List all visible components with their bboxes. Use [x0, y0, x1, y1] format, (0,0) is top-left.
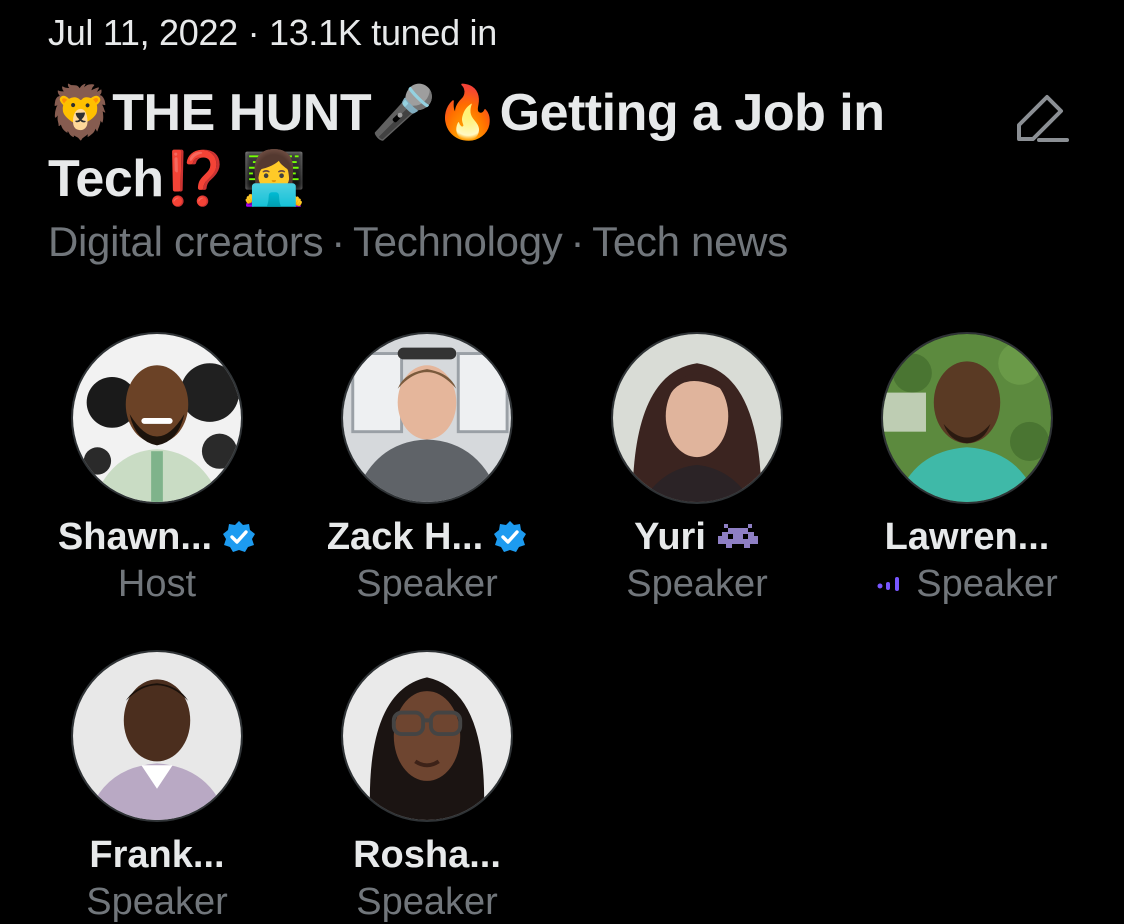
title-part-2: Getting a Job in: [499, 84, 885, 142]
participant-card[interactable]: Lawren... Speaker: [832, 332, 1102, 606]
participant-role: Speaker: [356, 880, 498, 923]
participant-role: Speaker: [626, 562, 768, 605]
participant-card[interactable]: Zack H... Speaker: [292, 332, 562, 606]
verified-badge-icon: [223, 521, 256, 552]
avatar: [71, 650, 243, 822]
participant-card[interactable]: Frank... Speaker: [22, 650, 292, 924]
microphone-icon: 🎤: [371, 84, 436, 142]
participant-role: Host: [117, 562, 197, 605]
participant-name: Shawn...: [57, 515, 213, 558]
participant-name: Lawren...: [884, 515, 1050, 558]
fire-icon: 🔥: [435, 84, 500, 142]
topic-item[interactable]: Digital creators: [48, 218, 324, 265]
participant-role: Speaker: [86, 880, 228, 923]
participant-role: Speaker: [356, 562, 498, 605]
participant-name: Zack H...: [326, 515, 484, 558]
avatar: [341, 650, 513, 822]
speaking-bars-icon: [877, 577, 900, 591]
title-part-3: Tech: [48, 150, 164, 208]
alien-monster-icon: [717, 524, 758, 548]
space-meta: Jul 11, 2022 · 13.1K tuned in: [48, 12, 497, 53]
space-title: 🦁THE HUNT🎤🔥Getting a Job in Tech⁉️ 👩‍💻: [48, 80, 978, 212]
edit-button[interactable]: [1006, 84, 1074, 152]
participant-card[interactable]: Shawn... Host: [22, 332, 292, 606]
participant-name: Frank...: [89, 833, 225, 876]
participant-card[interactable]: Rosha... Speaker: [292, 650, 562, 924]
technologist-icon: 👩‍💻: [241, 150, 307, 208]
topic-item[interactable]: Tech news: [592, 218, 788, 265]
topic-separator: ·: [331, 218, 345, 265]
pencil-icon: [1017, 95, 1069, 142]
avatar: [881, 332, 1053, 504]
participant-name: Rosha...: [353, 833, 501, 876]
participant-role: Speaker: [916, 562, 1058, 605]
exclamation-question-icon: ⁉️: [163, 150, 229, 208]
topic-separator: ·: [570, 218, 585, 265]
avatar: [341, 332, 513, 504]
participant-card[interactable]: Yuri Speaker: [562, 332, 832, 606]
participant-name: Yuri: [634, 515, 706, 558]
topic-item[interactable]: Technology: [353, 218, 563, 265]
avatar: [611, 332, 783, 504]
avatar: [71, 332, 243, 504]
title-part-1: THE HUNT: [112, 84, 372, 142]
lion-face-icon: 🦁: [48, 84, 113, 142]
topic-list: Digital creators · Technology · Tech news: [48, 218, 788, 266]
verified-badge-icon: [494, 521, 527, 552]
